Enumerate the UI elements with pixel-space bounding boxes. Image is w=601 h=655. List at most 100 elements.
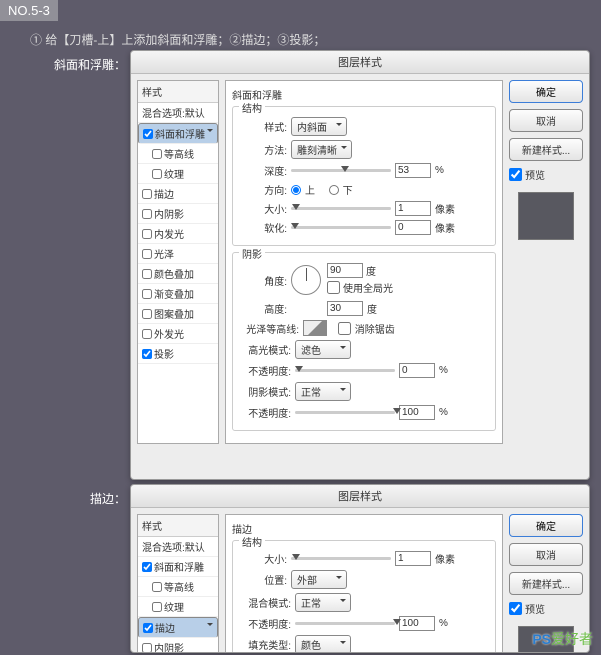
stroke-filltype-select[interactable]: 颜色 (295, 635, 351, 653)
chk-patternoverlay[interactable] (142, 309, 152, 319)
antialias-chk[interactable] (338, 322, 351, 335)
size-input[interactable]: 1 (395, 201, 431, 216)
technique-select[interactable]: 雕刻清晰 (291, 140, 352, 159)
shadow-opacity-slider[interactable] (295, 411, 395, 414)
pct-unit: % (435, 165, 444, 176)
soften-input[interactable]: 0 (395, 220, 431, 235)
new-style-button-2[interactable]: 新建样式... (509, 572, 583, 595)
row-innershadow[interactable]: 内阴影 (138, 204, 218, 224)
structure-label: 结构 (239, 100, 265, 115)
row-stroke[interactable]: 描边 (138, 184, 218, 204)
chk-texture[interactable] (152, 169, 162, 179)
global-light-chk[interactable] (327, 281, 340, 294)
stroke-size-slider[interactable] (291, 557, 391, 560)
row-contour[interactable]: 等高线 (138, 144, 218, 164)
angle-dial[interactable] (291, 265, 321, 295)
row-texture[interactable]: 纹理 (138, 164, 218, 184)
style-list[interactable]: 样式 混合选项:默认 斜面和浮雕 等高线 纹理 描边 内阴影 内发光 光泽 颜色… (137, 80, 219, 444)
chk-gradientoverlay[interactable] (142, 289, 152, 299)
preview-chk-2[interactable] (509, 602, 522, 615)
dialog-title-2: 图层样式 (131, 485, 589, 508)
chk-satin[interactable] (142, 249, 152, 259)
px-unit2: 像素 (435, 220, 455, 235)
direction-label: 方向: (239, 182, 287, 197)
chk-coloroverlay[interactable] (142, 269, 152, 279)
chk-contour[interactable] (152, 149, 162, 159)
stroke-opacity-label: 不透明度: (239, 616, 291, 631)
dir-down-radio[interactable] (329, 185, 339, 195)
stroke-filltype-label: 填充类型: (239, 637, 291, 652)
dialog-title: 图层样式 (131, 51, 589, 74)
chk-innershadow[interactable] (142, 209, 152, 219)
new-style-button[interactable]: 新建样式... (509, 138, 583, 161)
structure-group: 结构 样式:内斜面 方法:雕刻清晰 深度:53% 方向:上 下 大小:1像素 软… (232, 106, 496, 246)
row-innershadow-2[interactable]: 内阴影 (138, 638, 218, 653)
chk-bevel-2[interactable] (142, 562, 152, 572)
depth-slider[interactable] (291, 169, 391, 172)
global-light-label: 使用全局光 (343, 280, 393, 295)
row-patternoverlay[interactable]: 图案叠加 (138, 304, 218, 324)
preview-label-2: 预览 (525, 601, 545, 616)
chk-stroke[interactable] (142, 189, 152, 199)
soften-slider[interactable] (291, 226, 391, 229)
row-outerglow[interactable]: 外发光 (138, 324, 218, 344)
chk-stroke-2[interactable] (143, 623, 153, 633)
pct-unit5: % (439, 618, 448, 629)
highlight-mode-label: 高光模式: (239, 342, 291, 357)
chk-dropshadow[interactable] (142, 349, 152, 359)
row-bevel-2[interactable]: 斜面和浮雕 (138, 557, 218, 577)
dir-up-radio[interactable] (291, 185, 301, 195)
highlight-opacity-slider[interactable] (295, 369, 395, 372)
down-label: 下 (343, 182, 353, 197)
size-slider[interactable] (291, 207, 391, 210)
row-innerglow[interactable]: 内发光 (138, 224, 218, 244)
highlight-mode-select[interactable]: 滤色 (295, 340, 351, 359)
row-stroke-2[interactable]: 描边 (138, 617, 218, 638)
preview-label: 预览 (525, 167, 545, 182)
angle-input[interactable]: 90 (327, 263, 363, 278)
step-badge: NO.5-3 (0, 0, 58, 21)
row-contour-2[interactable]: 等高线 (138, 577, 218, 597)
style-select[interactable]: 内斜面 (291, 117, 347, 136)
chk-texture-2[interactable] (152, 602, 162, 612)
section-label-bevel: 斜面和浮雕： (6, 56, 126, 73)
stroke-position-label: 位置: (239, 572, 287, 587)
chk-innerglow[interactable] (142, 229, 152, 239)
chk-innershadow-2[interactable] (142, 643, 152, 653)
stroke-position-select[interactable]: 外部 (291, 570, 347, 589)
px-unit3: 像素 (435, 551, 455, 566)
row-bevel[interactable]: 斜面和浮雕 (138, 123, 218, 144)
shadow-opacity-input[interactable]: 100 (399, 405, 435, 420)
row-satin[interactable]: 光泽 (138, 244, 218, 264)
stroke-opacity-input[interactable]: 100 (399, 616, 435, 631)
ok-button[interactable]: 确定 (509, 80, 583, 103)
gloss-contour-picker[interactable] (303, 320, 327, 336)
soften-label: 软化: (239, 220, 287, 235)
cancel-button-2[interactable]: 取消 (509, 543, 583, 566)
row-texture-2[interactable]: 纹理 (138, 597, 218, 617)
cancel-button[interactable]: 取消 (509, 109, 583, 132)
chk-contour-2[interactable] (152, 582, 162, 592)
highlight-opacity-label: 不透明度: (239, 363, 291, 378)
row-gradientoverlay[interactable]: 渐变叠加 (138, 284, 218, 304)
altitude-input[interactable]: 30 (327, 301, 363, 316)
style-list-header: 样式 (138, 81, 218, 103)
row-blending-2[interactable]: 混合选项:默认 (138, 537, 218, 557)
preview-chk[interactable] (509, 168, 522, 181)
stroke-blend-select[interactable]: 正常 (295, 593, 351, 612)
row-dropshadow[interactable]: 投影 (138, 344, 218, 364)
shadow-mode-select[interactable]: 正常 (295, 382, 351, 401)
style-list-2[interactable]: 样式 混合选项:默认 斜面和浮雕 等高线 纹理 描边 内阴影 内发光 (137, 514, 219, 653)
highlight-opacity-input[interactable]: 0 (399, 363, 435, 378)
antialias-label: 消除锯齿 (355, 321, 395, 336)
chk-outerglow[interactable] (142, 329, 152, 339)
stroke-size-input[interactable]: 1 (395, 551, 431, 566)
depth-input[interactable]: 53 (395, 163, 431, 178)
ok-button-2[interactable]: 确定 (509, 514, 583, 537)
stroke-opacity-slider[interactable] (295, 622, 395, 625)
stroke-panel: 描边 结构 大小:1像素 位置:外部 混合模式:正常 不透明度:100% 填充类… (225, 514, 503, 653)
chk-bevel[interactable] (143, 129, 153, 139)
row-blending[interactable]: 混合选项:默认 (138, 103, 218, 123)
row-coloroverlay[interactable]: 颜色叠加 (138, 264, 218, 284)
stroke-panel-title: 描边 (232, 521, 496, 536)
